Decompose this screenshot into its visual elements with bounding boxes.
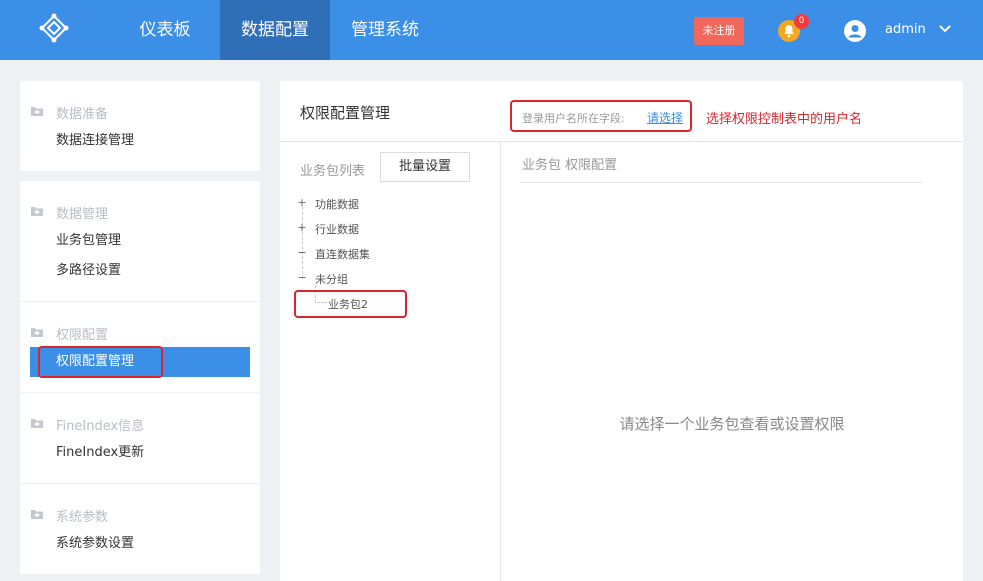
annotation-highlight-box (294, 290, 407, 318)
tree-node-industry-data[interactable]: 行业数据 (315, 221, 359, 237)
sidebar-section-title: 系统参数 (56, 510, 109, 525)
batch-settings-button[interactable]: 批量设置 (380, 152, 470, 182)
sidebar-item-fineindex-update[interactable]: FineIndex更新 (30, 438, 250, 468)
username[interactable]: admin (885, 22, 926, 37)
package-list-title: 业务包列表 (300, 164, 366, 179)
tree-node-direct-dataset[interactable]: 直连数据集 (315, 246, 370, 262)
tree-connector (302, 207, 303, 279)
annotation-text: 选择权限控制表中的用户名 (706, 112, 863, 127)
permission-config-panel: 权限配置管理 登录用户名所在字段: 请选择 选择权限控制表中的用户名 业务包列表… (280, 81, 963, 581)
user-avatar-icon[interactable] (844, 20, 866, 42)
sidebar-section-data-prep: 数据准备 数据连接管理 (20, 81, 260, 171)
folder-icon (31, 207, 43, 216)
sidebar-item-system-params[interactable]: 系统参数设置 (30, 529, 250, 559)
expand-icon[interactable]: + (297, 196, 307, 209)
nav-dashboard[interactable]: 仪表板 (120, 0, 210, 60)
expand-icon[interactable]: + (297, 221, 307, 234)
divider (280, 141, 963, 142)
annotation-highlight-box (510, 100, 692, 132)
annotation-highlight-box (38, 346, 163, 378)
diamond-logo-icon[interactable] (36, 12, 72, 48)
sidebar-section-title: 权限配置 (56, 328, 109, 343)
collapse-icon[interactable]: − (297, 271, 307, 284)
package-permission-title: 业务包 权限配置 (522, 158, 618, 173)
page-title: 权限配置管理 (300, 104, 391, 122)
sidebar-section-data-manage: 数据管理 业务包管理 多路径设置 (20, 181, 260, 301)
divider (500, 141, 501, 581)
chevron-down-icon[interactable] (938, 24, 952, 34)
sidebar-item-multipath[interactable]: 多路径设置 (30, 256, 250, 286)
nav-data-config[interactable]: 数据配置 (220, 0, 330, 60)
unregistered-badge[interactable]: 未注册 (694, 17, 744, 45)
tree-node-ungrouped[interactable]: 未分组 (315, 271, 348, 287)
sidebar-section-system: 系统参数 系统参数设置 (20, 484, 260, 574)
sidebar-section-fineindex: FineIndex信息 FineIndex更新 (20, 393, 260, 483)
sidebar-section-title: 数据管理 (56, 207, 109, 222)
folder-icon (31, 328, 43, 337)
folder-icon (31, 510, 43, 519)
empty-state-hint: 请选择一个业务包查看或设置权限 (619, 415, 845, 433)
nav-management[interactable]: 管理系统 (340, 0, 430, 60)
sidebar-section-title: FineIndex信息 (56, 419, 145, 434)
tree-node-function-data[interactable]: 功能数据 (315, 196, 359, 212)
sidebar-section-title: 数据准备 (56, 107, 109, 122)
notification-count-badge: 0 (794, 14, 809, 29)
folder-icon (31, 107, 43, 116)
top-nav-bar: 仪表板 数据配置 管理系统 未注册 0 admin (0, 0, 983, 60)
sidebar-item-business-package[interactable]: 业务包管理 (30, 226, 250, 256)
divider (520, 182, 923, 183)
folder-icon (31, 419, 43, 428)
sidebar-item-data-connection[interactable]: 数据连接管理 (30, 126, 250, 156)
collapse-icon[interactable]: − (297, 246, 307, 259)
